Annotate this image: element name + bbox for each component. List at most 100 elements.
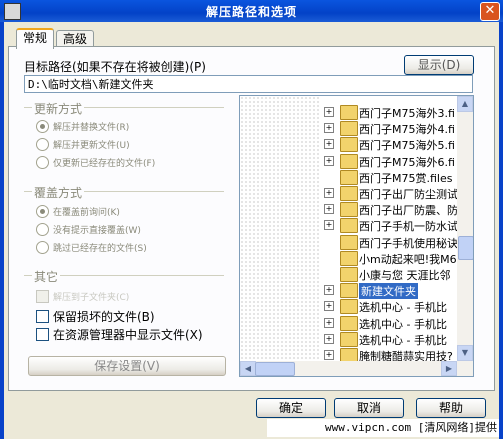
folder-icon	[340, 331, 358, 347]
tree-node[interactable]: + 西门子M75海外4.fi	[240, 120, 462, 137]
tree-node[interactable]: + 西门子M75海外6.fi	[240, 153, 462, 169]
tree-node[interactable]: + 西门子M75海外3.fi	[240, 104, 462, 120]
tree-node-label: 西门子M75海外6.fi	[359, 155, 455, 169]
vertical-scrollbar[interactable]: ▲ ▼	[457, 96, 473, 361]
tree-node-label: 小m动起来吧!我M65	[359, 252, 464, 266]
ok-button[interactable]: 确定	[256, 398, 326, 418]
tree-node[interactable]: + 西门子出厂防震、防	[240, 201, 462, 218]
misc-title: 其它	[32, 268, 61, 285]
cancel-button[interactable]: 取消	[334, 398, 404, 418]
radio-skip-existing[interactable]: 跳过已经存在的文件(S)	[36, 241, 147, 254]
vertical-scroll-thumb[interactable]	[458, 236, 473, 260]
radio-indicator	[36, 120, 49, 133]
window-title: 解压路径和选项	[205, 5, 297, 19]
tree-node-label: 西门子M75海外4.fi	[359, 123, 455, 137]
folder-icon	[340, 267, 358, 282]
checkbox-extract-subfolder[interactable]: 解压到子文件夹(C)	[36, 290, 129, 303]
scroll-up-icon[interactable]: ▲	[457, 96, 473, 112]
expand-icon[interactable]: +	[324, 220, 334, 231]
tree-node[interactable]: 小康与您 天涯比邻	[240, 266, 462, 282]
folder-tree[interactable]: + 西门子M75海外3.fi + 西门子M75海外4.fi + 西门子M75海外5.fi +…	[239, 95, 474, 377]
window-frame-right	[499, 22, 503, 439]
tree-node[interactable]: + 西门子手机一防水试	[240, 217, 462, 234]
checkbox-indicator	[36, 310, 49, 323]
radio-ask-before-overwrite[interactable]: 在覆盖前询问(K)	[36, 205, 120, 218]
radio-indicator	[36, 138, 49, 151]
tree-node-label: 选机中心 - 手机比	[359, 317, 447, 331]
folder-icon	[340, 153, 358, 169]
folder-icon	[340, 234, 358, 250]
expand-icon[interactable]: +	[324, 204, 334, 215]
title-bar: 解压路径和选项 ✕	[0, 0, 503, 22]
tree-node-label: 西门子M75海外3.fi	[359, 107, 455, 120]
window-frame-left	[0, 22, 4, 439]
tree-node[interactable]: + 西门子出厂防尘测试	[240, 185, 462, 201]
save-settings-button[interactable]: 保存设置(V)	[28, 356, 226, 376]
tree-node-label: 西门子手机使用秘诀	[359, 236, 458, 250]
folder-icon	[340, 315, 358, 331]
expand-icon[interactable]: +	[324, 123, 334, 134]
tree-node[interactable]: + 选机中心 - 手机比	[240, 331, 462, 347]
folder-icon	[340, 169, 358, 185]
checkbox-keep-broken-files[interactable]: 保留损坏的文件(B)	[36, 308, 155, 325]
folder-icon	[340, 218, 358, 234]
radio-indicator	[36, 241, 49, 254]
tree-node[interactable]: 西门子M75赏.files	[240, 169, 462, 185]
tree-node-label: 选机中心 - 手机比	[359, 301, 447, 315]
tree-node-label: 西门子出厂防震、防	[359, 204, 458, 218]
expand-icon[interactable]: +	[324, 350, 334, 360]
help-button[interactable]: 帮助	[416, 398, 486, 418]
expand-icon[interactable]: +	[324, 285, 334, 296]
expand-icon[interactable]: +	[324, 317, 334, 328]
expand-icon[interactable]: +	[324, 188, 334, 198]
folder-icon	[340, 299, 358, 315]
close-button[interactable]: ✕	[480, 2, 500, 21]
horizontal-scrollbar[interactable]: ◀ ▶	[240, 361, 473, 376]
watermark-text: www.vipcn.com [清风网络]提供	[267, 419, 499, 437]
folder-icon	[340, 105, 358, 120]
scroll-right-icon[interactable]: ▶	[441, 361, 457, 376]
expand-icon[interactable]: +	[324, 333, 334, 344]
horizontal-scroll-thumb[interactable]	[255, 362, 295, 376]
folder-icon	[340, 250, 358, 266]
scroll-down-icon[interactable]: ▼	[457, 345, 473, 361]
target-path-input[interactable]: D:\临时文档\新建文件夹	[24, 75, 473, 93]
tree-node-label: 选机中心 - 手机比	[359, 333, 447, 347]
radio-indicator	[36, 205, 49, 218]
checkbox-indicator	[36, 328, 49, 341]
expand-icon[interactable]: +	[324, 301, 334, 312]
tab-general[interactable]: 常规	[16, 28, 55, 49]
overwrite-mode-title: 覆盖方式	[32, 184, 85, 201]
folder-icon	[340, 202, 358, 218]
tree-node-selected[interactable]: + 新建文件夹	[240, 282, 462, 301]
tree-node-label: 小康与您 天涯比邻	[359, 269, 451, 282]
radio-replace-files[interactable]: 解压并替换文件(R)	[36, 120, 129, 133]
update-mode-title: 更新方式	[32, 100, 85, 117]
radio-update-files[interactable]: 解压并更新文件(U)	[36, 138, 130, 151]
folder-icon	[340, 121, 358, 137]
radio-indicator	[36, 223, 49, 236]
folder-icon	[340, 186, 358, 201]
checkbox-indicator	[36, 290, 49, 303]
tree-node-label: 新建文件夹	[358, 282, 419, 301]
folder-icon	[340, 137, 358, 153]
show-button[interactable]: 显示(D)	[404, 55, 474, 75]
tree-node[interactable]: + 西门子M75海外5.fi	[240, 136, 462, 153]
tree-node[interactable]: + 选机中心 - 手机比	[240, 298, 462, 315]
tree-node[interactable]: 西门子手机使用秘诀	[240, 234, 462, 250]
checkbox-show-in-explorer[interactable]: 在资源管理器中显示文件(X)	[36, 326, 203, 343]
tree-node[interactable]: 小m动起来吧!我M65	[240, 250, 464, 266]
expand-icon[interactable]: +	[324, 107, 334, 117]
tree-node-label: 西门子手机一防水试	[359, 220, 458, 234]
tree-node[interactable]: + 选机中心 - 手机比	[240, 315, 462, 331]
radio-indicator	[36, 156, 49, 169]
target-path-label: 目标路径(如果不存在将被创建)(P)	[24, 60, 206, 74]
tree-node-label: 西门子出厂防尘测试	[359, 188, 458, 201]
scroll-left-icon[interactable]: ◀	[240, 361, 256, 376]
radio-fresh-existing[interactable]: 仅更新已经存在的文件(F)	[36, 156, 155, 169]
expand-icon[interactable]: +	[324, 139, 334, 150]
radio-overwrite-without-prompt[interactable]: 没有提示直接覆盖(W)	[36, 223, 141, 236]
expand-icon[interactable]: +	[324, 155, 334, 166]
tree-node-label: 西门子M75赏.files	[359, 171, 453, 185]
tree-node-label: 西门子M75海外5.fi	[359, 139, 455, 153]
